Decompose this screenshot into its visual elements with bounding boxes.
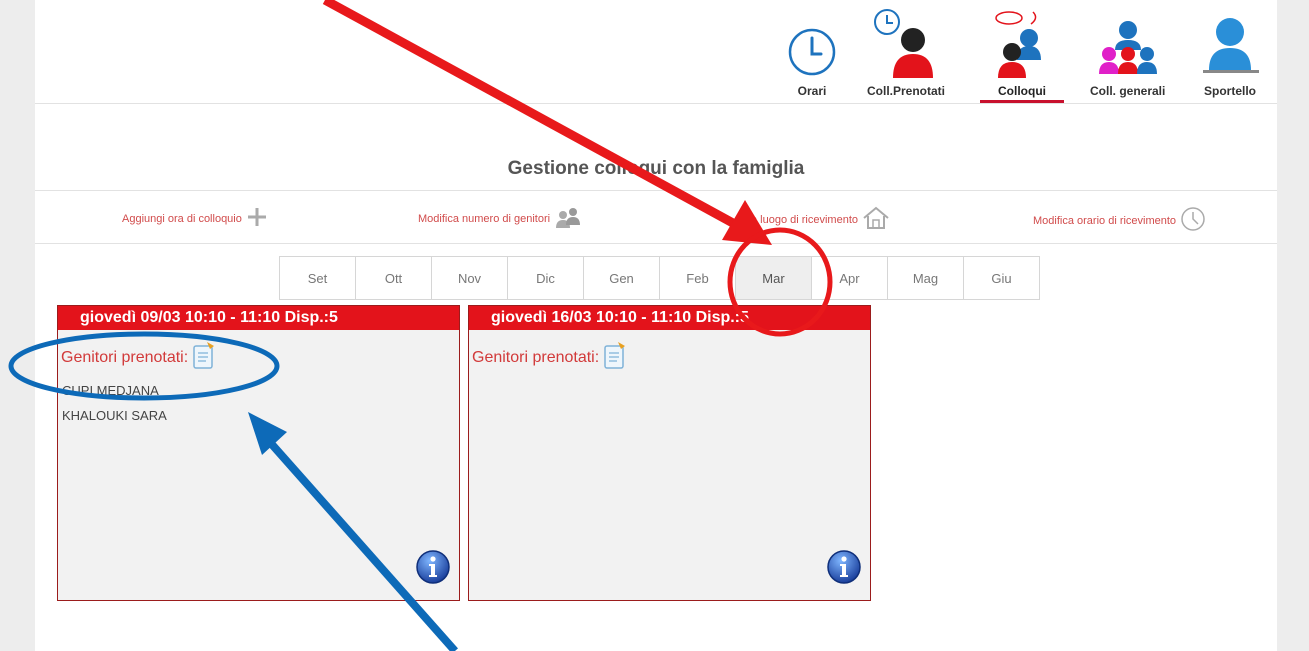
- list-item: CUPI MEDJANA: [62, 383, 159, 398]
- info-icon[interactable]: [415, 549, 451, 590]
- nav-label: Coll. generali: [1090, 84, 1166, 98]
- booked-label: Genitori prenotati:: [61, 348, 189, 366]
- booked-person-icon: [871, 8, 941, 78]
- page: Orari Coll.Prenotati Colloqui Coll. gene…: [35, 0, 1277, 651]
- header-divider: [35, 103, 1277, 104]
- edit-parents-action[interactable]: Modifica numero di genitori: [418, 206, 582, 231]
- clock-icon: [787, 8, 837, 78]
- notepad-icon[interactable]: [192, 340, 216, 375]
- edit-time-action[interactable]: Modifica orario di ricevimento: [1033, 206, 1206, 235]
- talk-icon: [987, 8, 1057, 78]
- tab-month-apr[interactable]: Apr: [811, 256, 888, 300]
- tab-month-feb[interactable]: Feb: [659, 256, 736, 300]
- month-tabs: Set Ott Nov Dic Gen Feb Mar Apr Mag Giu: [279, 256, 1040, 300]
- list-item: KHALOUKI SARA: [62, 408, 167, 423]
- tab-month-set[interactable]: Set: [279, 256, 356, 300]
- nav-sportello[interactable]: Sportello: [1195, 8, 1265, 98]
- nav-label: Sportello: [1203, 84, 1256, 98]
- booked-parents-list: CUPI MEDJANA KHALOUKI SARA: [62, 383, 459, 423]
- page-title: Gestione colloqui con la famiglia: [507, 158, 805, 179]
- nav-label: Orari: [797, 84, 827, 98]
- parents-icon: [554, 206, 582, 231]
- tab-month-nov[interactable]: Nov: [431, 256, 508, 300]
- group-icon: [1093, 8, 1163, 78]
- actions-divider-bottom: [35, 243, 1277, 244]
- edit-parents-label: Modifica numero di genitori: [418, 212, 551, 225]
- slot-card: giovedì 16/03 10:10 - 11:10 Disp.:5 Geni…: [468, 305, 871, 601]
- tab-month-dic[interactable]: Dic: [507, 256, 584, 300]
- nav-colloqui[interactable]: Colloqui: [980, 8, 1064, 103]
- plus-icon: [246, 206, 268, 231]
- booked-label: Genitori prenotati:: [472, 348, 600, 366]
- slot-header: giovedì 16/03 10:10 - 11:10 Disp.:5: [469, 306, 870, 330]
- edit-place-label: fica luogo di ricevimento: [740, 213, 859, 226]
- nav-label: Colloqui: [998, 84, 1046, 98]
- actions-divider-top: [35, 190, 1277, 191]
- tab-month-gen[interactable]: Gen: [583, 256, 660, 300]
- notepad-icon[interactable]: [603, 340, 627, 375]
- info-icon[interactable]: [826, 549, 862, 590]
- tab-month-giu[interactable]: Giu: [963, 256, 1040, 300]
- edit-time-label: Modifica orario di ricevimento: [1033, 214, 1177, 227]
- nav-orari[interactable]: Orari: [787, 8, 837, 98]
- tab-month-mar[interactable]: Mar: [735, 256, 812, 300]
- nav-coll-prenotati[interactable]: Coll.Prenotati: [867, 8, 945, 98]
- tab-month-ott[interactable]: Ott: [355, 256, 432, 300]
- tab-month-mag[interactable]: Mag: [887, 256, 964, 300]
- add-hour-action[interactable]: Aggiungi ora di colloquio: [122, 206, 268, 231]
- clock-outline-icon: [1180, 206, 1206, 235]
- slot-header: giovedì 09/03 10:10 - 11:10 Disp.:5: [58, 306, 459, 330]
- nav-label: Coll.Prenotati: [867, 84, 946, 98]
- nav-coll-generali[interactable]: Coll. generali: [1090, 8, 1165, 98]
- home-icon: [862, 206, 890, 233]
- slot-card: giovedì 09/03 10:10 - 11:10 Disp.:5 Geni…: [57, 305, 460, 601]
- desk-person-icon: [1195, 8, 1265, 78]
- booked-parents-row: Genitori prenotati:: [472, 340, 870, 375]
- booked-parents-row: Genitori prenotati:: [61, 340, 459, 375]
- edit-place-action[interactable]: fica luogo di ricevimento: [740, 206, 890, 233]
- add-hour-label: Aggiungi ora di colloquio: [122, 212, 242, 225]
